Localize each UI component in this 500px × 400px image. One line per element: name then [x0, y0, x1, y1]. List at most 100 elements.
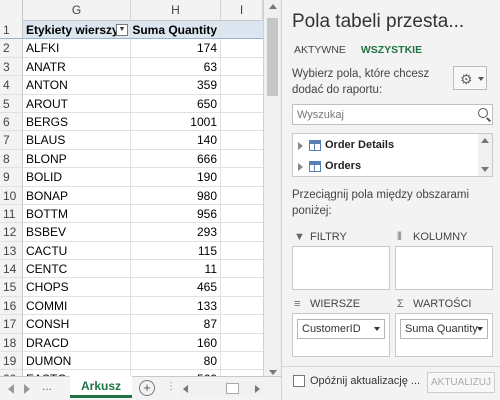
- column-header-i[interactable]: I: [221, 0, 263, 21]
- select-all-corner[interactable]: [0, 0, 23, 21]
- rows-field-chip[interactable]: CustomerID: [297, 319, 385, 339]
- column-header-h[interactable]: H: [131, 0, 221, 21]
- empty-cell[interactable]: [221, 260, 263, 277]
- empty-cell[interactable]: [221, 113, 263, 130]
- quantity-cell[interactable]: 666: [131, 149, 221, 168]
- empty-cell[interactable]: [221, 58, 263, 75]
- empty-cell[interactable]: [221, 95, 263, 112]
- scroll-up-icon[interactable]: [269, 4, 277, 9]
- tab-menu-icon[interactable]: ⋮: [166, 381, 176, 392]
- quantity-cell[interactable]: 115: [131, 241, 221, 260]
- quantity-cell[interactable]: 190: [131, 168, 221, 186]
- row-number[interactable]: 2: [0, 39, 23, 57]
- row-number[interactable]: 17: [0, 315, 23, 333]
- customer-id-cell[interactable]: ALFKI: [23, 39, 131, 57]
- customer-id-cell[interactable]: AROUT: [23, 94, 131, 112]
- scroll-right-icon[interactable]: [255, 385, 260, 393]
- customer-id-cell[interactable]: ANATR: [23, 57, 131, 76]
- quantity-cell[interactable]: 11: [131, 260, 221, 278]
- field-list-scrollbar[interactable]: [478, 134, 492, 176]
- customer-id-cell[interactable]: BLONP: [23, 149, 131, 168]
- row-number[interactable]: 11: [0, 204, 23, 223]
- tab-active[interactable]: AKTYWNE: [294, 44, 346, 56]
- scroll-left-icon[interactable]: [183, 385, 188, 393]
- row-number[interactable]: 4: [0, 76, 23, 94]
- row-number[interactable]: 12: [0, 223, 23, 241]
- customer-id-cell[interactable]: BERGS: [23, 112, 131, 131]
- values-drop-zone[interactable]: Suma Quantity: [395, 313, 493, 357]
- customer-id-cell[interactable]: BSBEV: [23, 223, 131, 241]
- expand-icon[interactable]: [298, 163, 303, 171]
- quantity-cell[interactable]: 140: [131, 131, 221, 149]
- quantity-cell[interactable]: 956: [131, 204, 221, 223]
- row-number[interactable]: 10: [0, 186, 23, 204]
- scroll-down-icon[interactable]: [269, 370, 277, 375]
- customer-id-cell[interactable]: BLAUS: [23, 131, 131, 149]
- empty-cell[interactable]: [221, 242, 263, 259]
- row-number[interactable]: 9: [0, 168, 23, 186]
- customer-id-cell[interactable]: CACTU: [23, 241, 131, 260]
- empty-cell[interactable]: [221, 205, 263, 222]
- defer-update-checkbox[interactable]: [293, 375, 305, 387]
- row-number[interactable]: 3: [0, 57, 23, 76]
- scroll-down-icon[interactable]: [481, 167, 489, 172]
- empty-cell[interactable]: [221, 278, 263, 295]
- quantity-cell[interactable]: 87: [131, 315, 221, 333]
- row-number[interactable]: 14: [0, 260, 23, 278]
- filter-dropdown-icon[interactable]: ▼: [116, 24, 128, 36]
- empty-cell[interactable]: [221, 39, 263, 56]
- empty-cell[interactable]: [221, 76, 263, 93]
- sum-quantity-header-cell[interactable]: Suma Quantity: [131, 21, 221, 39]
- scroll-thumb[interactable]: [267, 18, 278, 96]
- empty-cell[interactable]: [221, 352, 263, 369]
- chevron-down-icon[interactable]: [477, 327, 483, 331]
- row-number[interactable]: 13: [0, 241, 23, 260]
- empty-cell[interactable]: [221, 21, 263, 39]
- field-order-details[interactable]: Order Details: [293, 137, 479, 155]
- horizontal-scrollbar[interactable]: [180, 381, 263, 396]
- filters-drop-zone[interactable]: [292, 246, 390, 290]
- vertical-scrollbar[interactable]: [263, 0, 281, 379]
- customer-id-cell[interactable]: ANTON: [23, 76, 131, 94]
- quantity-cell[interactable]: 160: [131, 333, 221, 352]
- customer-id-cell[interactable]: BOTTM: [23, 204, 131, 223]
- row-number[interactable]: 8: [0, 149, 23, 168]
- quantity-cell[interactable]: 63: [131, 57, 221, 76]
- customer-id-cell[interactable]: BOLID: [23, 168, 131, 186]
- quantity-cell[interactable]: 465: [131, 278, 221, 296]
- row-number[interactable]: 7: [0, 131, 23, 149]
- field-search-box[interactable]: [292, 104, 493, 125]
- search-input[interactable]: [293, 105, 473, 124]
- expand-icon[interactable]: [298, 142, 303, 150]
- empty-cell[interactable]: [221, 131, 263, 148]
- hscroll-thumb[interactable]: [226, 383, 239, 394]
- empty-cell[interactable]: [221, 187, 263, 204]
- tab-all[interactable]: WSZYSTKIE: [361, 44, 422, 56]
- quantity-cell[interactable]: 1001: [131, 112, 221, 131]
- quantity-cell[interactable]: 359: [131, 76, 221, 94]
- customer-id-cell[interactable]: CHOPS: [23, 278, 131, 296]
- row-number[interactable]: 16: [0, 296, 23, 315]
- empty-cell[interactable]: [221, 223, 263, 240]
- customer-id-cell[interactable]: DRACD: [23, 333, 131, 352]
- empty-cell[interactable]: [221, 150, 263, 167]
- customer-id-cell[interactable]: DUMON: [23, 352, 131, 370]
- row-number[interactable]: 19: [0, 352, 23, 370]
- row-number[interactable]: 6: [0, 112, 23, 131]
- columns-drop-zone[interactable]: [395, 246, 493, 290]
- row-labels-header-cell[interactable]: Etykiety wierszy ▼: [23, 21, 131, 39]
- quantity-cell[interactable]: 80: [131, 352, 221, 370]
- row-number[interactable]: 5: [0, 94, 23, 112]
- values-field-chip[interactable]: Suma Quantity: [400, 319, 488, 339]
- scroll-up-icon[interactable]: [481, 138, 489, 143]
- chevron-down-icon[interactable]: [374, 327, 380, 331]
- quantity-cell[interactable]: 650: [131, 94, 221, 112]
- add-sheet-button[interactable]: +: [139, 380, 155, 396]
- quantity-cell[interactable]: 980: [131, 186, 221, 204]
- update-button[interactable]: AKTUALIZUJ: [427, 372, 495, 393]
- column-header-g[interactable]: G: [23, 0, 131, 21]
- field-orders[interactable]: Orders: [293, 158, 479, 176]
- tools-button[interactable]: ⚙: [453, 66, 487, 90]
- tab-scroll-left-icon[interactable]: [8, 384, 14, 394]
- search-icon[interactable]: [478, 108, 488, 118]
